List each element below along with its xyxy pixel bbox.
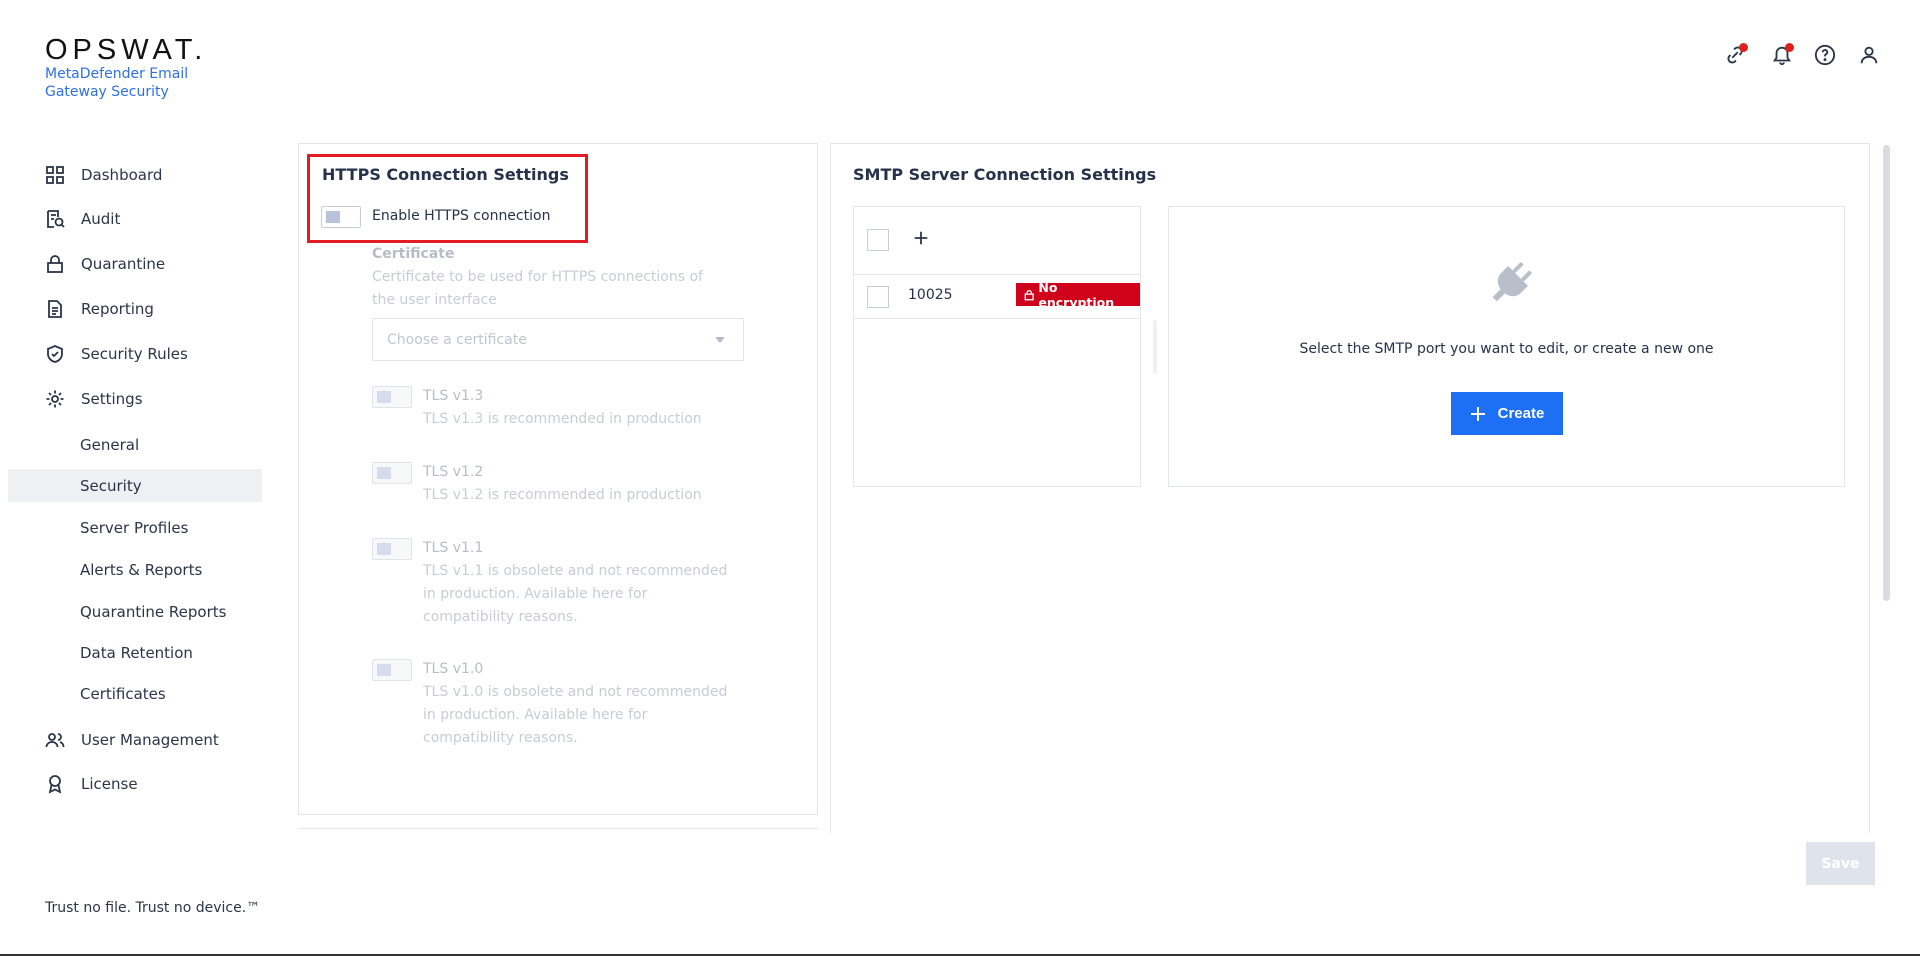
sidebar-subitem-data-retention[interactable]: Data Retention — [80, 642, 193, 664]
tls13-toggle[interactable] — [372, 386, 412, 408]
lock-icon — [1024, 289, 1034, 300]
certificate-select[interactable]: Choose a certificate — [372, 318, 744, 361]
empty-state-message: Select the SMTP port you want to edit, o… — [1299, 341, 1714, 357]
toggle-knob — [377, 664, 391, 676]
sidebar-item-label: Audit — [81, 210, 121, 228]
tls11-description: TLS v1.1 is obsolete and not recommended… — [423, 563, 728, 625]
list-divider — [854, 274, 1140, 275]
tls10-label: TLS v1.0 — [423, 661, 484, 677]
shield-check-icon — [45, 344, 65, 364]
tls13-description: TLS v1.3 is recommended in production — [423, 411, 702, 427]
https-panel-title: HTTPS Connection Settings — [322, 165, 569, 184]
gear-icon — [45, 389, 65, 409]
plug-icon — [1492, 262, 1532, 302]
sidebar-item-quarantine[interactable]: Quarantine — [45, 252, 165, 276]
sidebar-item-label: Security Rules — [81, 345, 188, 363]
notification-dot — [1739, 43, 1748, 52]
sidebar-item-label: Quarantine — [81, 255, 166, 273]
sidebar-item-reporting[interactable]: Reporting — [45, 297, 154, 321]
sidebar-item-user-management[interactable]: User Management — [45, 728, 219, 752]
document-icon — [45, 299, 65, 319]
sidebar-item-audit[interactable]: Audit — [45, 207, 120, 231]
port-number: 10025 — [908, 287, 953, 303]
notifications-button[interactable] — [1767, 40, 1797, 70]
list-divider — [854, 318, 1140, 319]
audit-icon — [45, 209, 65, 229]
sidebar-subitem-security[interactable]: Security — [80, 475, 142, 497]
smtp-port-list: 10025 No encryption — [853, 206, 1141, 487]
user-icon — [1860, 46, 1878, 64]
sidebar-item-label: License — [81, 775, 138, 793]
certificate-label: Certificate — [372, 246, 455, 262]
panel-divider — [298, 828, 818, 829]
help-button[interactable] — [1810, 40, 1840, 70]
sidebar-item-dashboard[interactable]: Dashboard — [45, 163, 162, 187]
tls13-label: TLS v1.3 — [423, 388, 484, 404]
enable-https-toggle[interactable] — [321, 206, 361, 228]
status-badge: No encryption — [1016, 280, 1140, 310]
sidebar-subitem-general[interactable]: General — [80, 434, 139, 456]
sidebar: OPSWAT. MetaDefender Email Gateway Secur… — [0, 0, 270, 956]
tls11-label: TLS v1.1 — [423, 540, 484, 556]
toggle-knob — [377, 391, 391, 403]
create-button-label: Create — [1497, 405, 1545, 422]
dashboard-icon — [45, 165, 65, 185]
tls11-toggle[interactable] — [372, 538, 412, 560]
create-button[interactable]: Create — [1451, 392, 1563, 435]
select-all-checkbox[interactable] — [867, 229, 889, 251]
sidebar-item-label: Reporting — [81, 300, 154, 318]
tls12-label: TLS v1.2 — [423, 464, 484, 480]
users-icon — [45, 730, 65, 750]
lock-icon — [45, 254, 65, 274]
notification-dot — [1785, 43, 1794, 52]
sidebar-subitem-quarantine-reports[interactable]: Quarantine Reports — [80, 601, 226, 623]
sidebar-item-settings[interactable]: Settings — [45, 387, 143, 411]
product-name: MetaDefender Email Gateway Security — [45, 66, 189, 100]
tls12-description: TLS v1.2 is recommended in production — [423, 487, 702, 503]
tls10-toggle[interactable] — [372, 659, 412, 681]
sidebar-item-license[interactable]: License — [45, 772, 138, 796]
save-button[interactable]: Save — [1806, 842, 1875, 885]
plus-icon — [1470, 406, 1485, 421]
badge-label: No encryption — [1038, 279, 1115, 310]
tls12-toggle[interactable] — [372, 462, 412, 484]
opswat-logo: OPSWAT. — [45, 34, 208, 66]
enable-https-label: Enable HTTPS connection — [372, 208, 551, 224]
sidebar-subitem-alerts-reports[interactable]: Alerts & Reports — [80, 559, 202, 581]
award-icon — [45, 774, 65, 794]
add-port-button[interactable] — [910, 227, 932, 249]
certificate-select-placeholder: Choose a certificate — [387, 331, 527, 348]
toggle-knob — [377, 467, 391, 479]
user-button[interactable] — [1854, 40, 1884, 70]
sidebar-item-security-rules[interactable]: Security Rules — [45, 342, 188, 366]
scrollbar-thumb[interactable] — [1883, 145, 1890, 601]
tls10-description: TLS v1.0 is obsolete and not recommended… — [423, 684, 728, 746]
plus-icon — [914, 231, 928, 245]
link-button[interactable] — [1720, 40, 1750, 70]
toggle-knob — [326, 211, 340, 223]
help-icon — [1814, 44, 1836, 66]
sidebar-item-label: User Management — [81, 731, 219, 749]
sidebar-subitem-server-profiles[interactable]: Server Profiles — [80, 517, 188, 539]
certificate-description: Certificate to be used for HTTPS connect… — [372, 269, 703, 308]
port-checkbox[interactable] — [867, 286, 889, 308]
sidebar-subitem-certificates[interactable]: Certificates — [80, 683, 166, 705]
sidebar-item-label: Dashboard — [81, 166, 163, 184]
tagline: Trust no file. Trust no device.™ — [45, 900, 261, 916]
smtp-panel-title: SMTP Server Connection Settings — [853, 165, 1157, 184]
chevron-down-icon — [715, 337, 725, 343]
sidebar-item-label: Settings — [81, 390, 143, 408]
toggle-knob — [377, 543, 391, 555]
pane-splitter[interactable] — [1153, 320, 1157, 374]
smtp-edit-area: Select the SMTP port you want to edit, o… — [1168, 206, 1845, 487]
